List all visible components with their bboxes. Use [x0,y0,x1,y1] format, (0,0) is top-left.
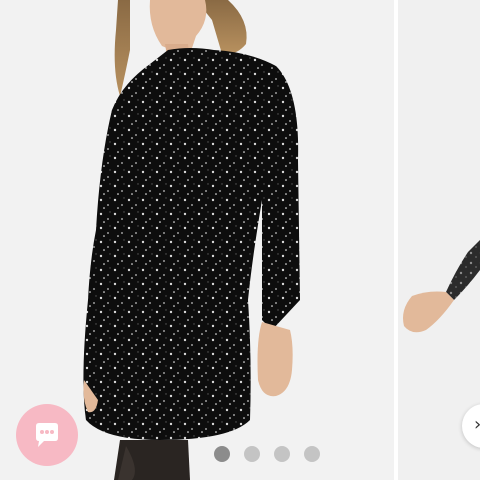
product-photo-secondary [403,240,480,333]
pagination-dot-4[interactable] [304,446,320,462]
chat-bubble-icon [36,423,58,447]
pagination-dot-3[interactable] [274,446,290,462]
product-image-next[interactable] [398,0,480,480]
chevron-right-icon: › [474,414,480,435]
pagination-dot-1[interactable] [214,446,230,462]
chat-button[interactable] [16,404,78,466]
product-image-gallery[interactable]: › [0,0,480,480]
carousel-pagination [214,446,320,462]
pagination-dot-2[interactable] [244,446,260,462]
